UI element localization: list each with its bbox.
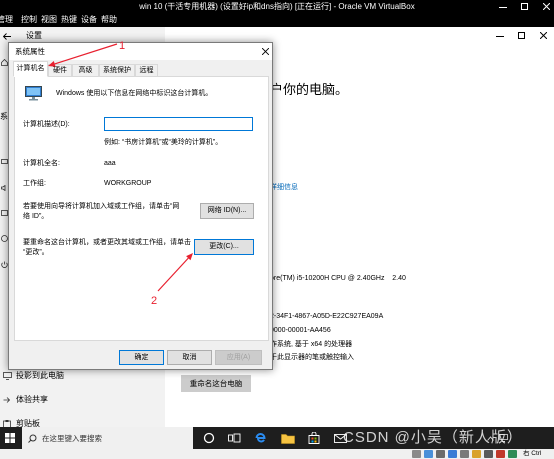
recording-icon[interactable] [496,450,505,458]
dialog-close-icon[interactable] [262,48,269,55]
vbox-close-icon[interactable] [543,3,550,10]
rename-instructions: 要重命名这台计算机，或者更改其域或工作组，请单击 “更改”。 [23,238,191,258]
csdn-watermark: CSDN @小吴（新人版） [343,429,523,446]
pen-touch-value: 于此显示器的笔或触控输入 [270,354,354,361]
computer-description-label: 计算机描述(D): [23,121,70,128]
hard-disk-icon[interactable] [412,450,421,458]
network-id-text-line: 若要使用向导将计算机加入域或工作组，请单击“网 [23,203,180,210]
annotation-label-2: 2 [151,295,158,307]
shared-folders-icon[interactable] [472,450,481,458]
network-id-instructions: 若要使用向导将计算机加入域或工作组，请单击“网 络 ID”。 [23,202,179,222]
virtualbox-title-bar: win 10 (干活专用机器) (设置好ip和dns指向) [正在运行] - O… [0,0,554,13]
intro-text: Windows 使用以下信息在网络中标识这台计算机。 [56,90,213,97]
virtualbox-status-bar [0,449,554,459]
tab-computer-name[interactable]: 计算机名 [13,61,48,77]
display-icon[interactable] [1,159,8,165]
processor-value: ore(TM) i5-10200H CPU @ 2.40GHz 2.40 [270,275,406,282]
settings-close-icon[interactable] [540,32,547,39]
network-id-button[interactable]: 网络 ID(N)... [200,203,254,219]
network-adapter-icon[interactable] [448,450,457,458]
home-icon[interactable] [1,59,8,66]
system-type-value: 作系统, 基于 x64 的处理器 [270,341,353,348]
shared-experiences-icon [3,397,11,403]
sidebar-item-project-to-pc[interactable]: 投影到此电脑 [16,371,64,381]
audio-icon[interactable] [436,450,445,458]
details-link[interactable]: 详细信息 [270,183,298,192]
device-id-value: 2-34F1-4867-A05D-E22C927EA09A [270,313,384,320]
search-placeholder: 在这里键入要搜索 [42,434,102,443]
project-to-pc-icon [3,372,12,380]
menu-control[interactable]: 控制 [21,13,37,27]
settings-maximize-icon[interactable] [518,32,525,39]
settings-minimize-icon[interactable] [496,32,504,40]
vbox-minimize-icon[interactable] [499,3,507,11]
system-properties-dialog: 系统属性 计算机名 硬件 高级 系统保护 远程 Windows 使用以下信息在网… [8,42,273,370]
product-id-value: 0000-00001-AA456 [270,327,331,334]
description-example-text: 例如: “书房计算机”或“美玲的计算机”。 [104,139,223,146]
full-computer-name-value: aaa [104,160,116,167]
file-explorer-icon[interactable] [281,433,295,444]
dialog-title-bar[interactable] [9,43,272,60]
rename-this-pc-button[interactable]: 重命名这台电脑 [181,375,251,392]
task-view-icon[interactable] [228,433,241,443]
cpu-status-icon[interactable] [508,450,517,458]
store-icon[interactable] [308,432,320,444]
computer-monitor-icon [25,86,42,101]
host-key-indicator: 右 Ctrl [523,450,542,457]
change-button[interactable]: 更改(C)... [194,239,254,255]
network-id-text-line: 络 ID”。 [23,213,49,220]
power-icon[interactable] [1,261,8,268]
usb-icon[interactable] [460,450,469,458]
menu-devices[interactable]: 设备 [81,13,97,27]
rename-text-line: “更改”。 [23,249,49,256]
display-status-icon[interactable] [484,450,493,458]
sound-icon[interactable] [1,185,8,191]
menu-view[interactable]: 视图 [41,13,57,27]
security-heading: 户你的电脑。 [270,82,349,97]
menu-hotkeys[interactable]: 热键 [61,13,77,27]
vbox-maximize-icon[interactable] [521,3,528,10]
menu-machine[interactable]: 管理 [0,13,13,27]
ok-button[interactable]: 确定 [119,350,164,365]
annotation-label-1: 1 [119,40,126,52]
edge-icon[interactable] [254,431,267,444]
windows-start-icon[interactable] [5,433,15,443]
apply-button[interactable]: 应用(A) [215,350,262,365]
optical-drive-icon[interactable] [424,450,433,458]
workgroup-value: WORKGROUP [104,180,152,187]
cancel-button[interactable]: 取消 [167,350,212,365]
focus-assist-icon[interactable] [1,235,8,242]
full-computer-name-label: 计算机全名: [23,160,60,167]
back-arrow-icon[interactable] [3,33,11,40]
sidebar-section-system: 系 [0,112,8,121]
sidebar-item-shared-experiences[interactable]: 体验共享 [16,395,48,405]
dialog-title: 系统属性 [15,47,45,56]
cortana-icon[interactable] [203,432,215,444]
workgroup-label: 工作组: [23,180,46,187]
notifications-icon[interactable] [1,210,8,216]
menu-help[interactable]: 帮助 [101,13,117,27]
rename-text-line: 要重命名这台计算机，或者更改其域或工作组，请单击 [23,239,191,246]
computer-description-input[interactable] [104,117,253,131]
settings-window-title: 设置 [26,31,42,40]
search-icon [28,434,37,443]
